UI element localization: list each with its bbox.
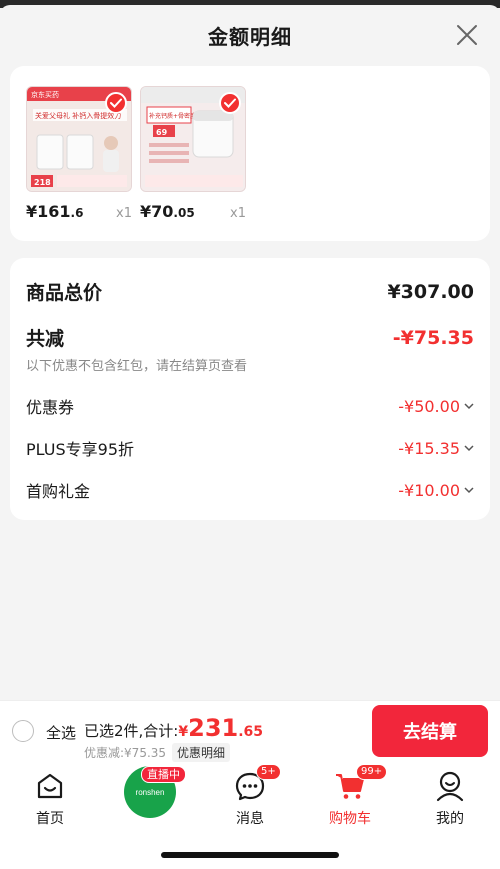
page-title: 金额明细 xyxy=(208,24,292,49)
reduce-value: -¥75.35 xyxy=(392,326,474,349)
store-tag: 京东买药 xyxy=(31,90,59,99)
checkout-total: ¥ 231 .65 xyxy=(178,714,264,742)
tab-label: 消息 xyxy=(236,811,264,827)
product-item[interactable]: 京东买药 关爱父母礼 补钙入骨提效力 218 ¥161.6 x1 xyxy=(26,86,132,221)
discount-value: -¥50.00 xyxy=(398,397,474,416)
tab-label: 购物车 xyxy=(329,811,371,827)
discount-row-plus[interactable]: PLUS专享95折 -¥15.35 xyxy=(26,436,474,460)
promo-text: 关爱父母礼 补钙入骨提效力 xyxy=(35,111,121,120)
discount-label: 首购礼金 xyxy=(26,482,91,501)
discount-detail-button[interactable]: 优惠明细 xyxy=(172,743,231,762)
product-image[interactable]: 京东买药 关爱父母礼 补钙入骨提效力 218 xyxy=(26,86,132,192)
message-badge: 5+ xyxy=(256,764,281,780)
live-brand: ronshen xyxy=(135,787,165,797)
tab-cart[interactable]: 99+ 购物车 xyxy=(310,764,390,828)
discount-value: -¥15.35 xyxy=(398,439,474,458)
selected-text: 已选2件,合计: xyxy=(84,722,179,740)
close-icon[interactable] xyxy=(454,22,480,48)
product-price: ¥70.05 xyxy=(140,202,195,221)
promo-text: 补充钙质+骨密度 xyxy=(149,112,196,120)
select-all-label[interactable]: 全选 xyxy=(46,722,76,743)
discount-note: 以下优惠不包含红包，请在结算页查看 xyxy=(26,359,248,374)
product-price: ¥161.6 xyxy=(26,202,84,221)
total-value: ¥307.00 xyxy=(387,280,474,303)
home-indicator xyxy=(161,852,339,858)
profile-icon xyxy=(436,771,464,802)
header: 金额明细 xyxy=(0,8,500,62)
cart-icon-wrap: 99+ xyxy=(334,764,388,802)
message-icon-wrap: 5+ xyxy=(234,764,281,802)
tab-label: 我的 xyxy=(436,811,464,827)
top-strip xyxy=(0,0,500,15)
discount-label: 优惠券 xyxy=(26,398,75,417)
discount-row-coupon[interactable]: 优惠券 -¥50.00 xyxy=(26,394,474,418)
selected-summary: 已选2件,合计: ¥ 231 .65 xyxy=(84,714,263,742)
discount-text: 优惠减:¥75.35 xyxy=(84,746,167,760)
select-all-checkbox[interactable] xyxy=(12,720,34,742)
tab-label: 首页 xyxy=(36,811,64,827)
chevron-down-icon xyxy=(464,445,474,452)
chevron-down-icon xyxy=(464,487,474,494)
product-item[interactable]: 补充钙质+骨密度 69 ¥70.05 x1 xyxy=(140,86,246,221)
product-image[interactable]: 补充钙质+骨密度 69 xyxy=(140,86,246,192)
reduce-label: 共减 xyxy=(26,328,65,350)
tab-profile[interactable]: 我的 xyxy=(410,770,490,828)
total-label: 商品总价 xyxy=(26,282,103,304)
cart-badge: 99+ xyxy=(356,764,388,780)
checkout-button[interactable]: 去结算 xyxy=(372,705,488,757)
reduce-row: 共减 -¥75.35 xyxy=(26,324,474,351)
checkout-bar: 全选 已选2件,合计: ¥ 231 .65 优惠减:¥75.35 优惠明细 去结… xyxy=(0,700,500,762)
home-icon xyxy=(37,773,63,799)
selected-check-icon[interactable] xyxy=(105,92,127,114)
products-card: 京东买药 关爱父母礼 补钙入骨提效力 218 ¥161.6 x1 补充钙质+骨密… xyxy=(10,66,490,241)
product-qty: x1 xyxy=(230,206,246,221)
tab-messages[interactable]: 5+ 消息 xyxy=(210,764,290,828)
discount-label: PLUS专享95折 xyxy=(26,440,134,459)
discount-value: -¥10.00 xyxy=(398,481,474,500)
total-row: 商品总价 ¥307.00 xyxy=(26,278,474,305)
price-badge: 69 xyxy=(156,128,168,137)
live-badge: 直播中 xyxy=(141,766,186,783)
discount-row-first-purchase[interactable]: 首购礼金 -¥10.00 xyxy=(26,478,474,502)
price-summary-card: 商品总价 ¥307.00 共减 -¥75.35 以下优惠不包含红包，请在结算页查… xyxy=(10,258,490,520)
discount-summary: 优惠减:¥75.35 优惠明细 xyxy=(84,743,231,762)
selected-check-icon[interactable] xyxy=(219,92,241,114)
tab-home[interactable]: 首页 xyxy=(10,770,90,828)
product-qty: x1 xyxy=(116,206,132,221)
price-badge: 218 xyxy=(34,178,51,187)
chevron-down-icon xyxy=(464,403,474,410)
